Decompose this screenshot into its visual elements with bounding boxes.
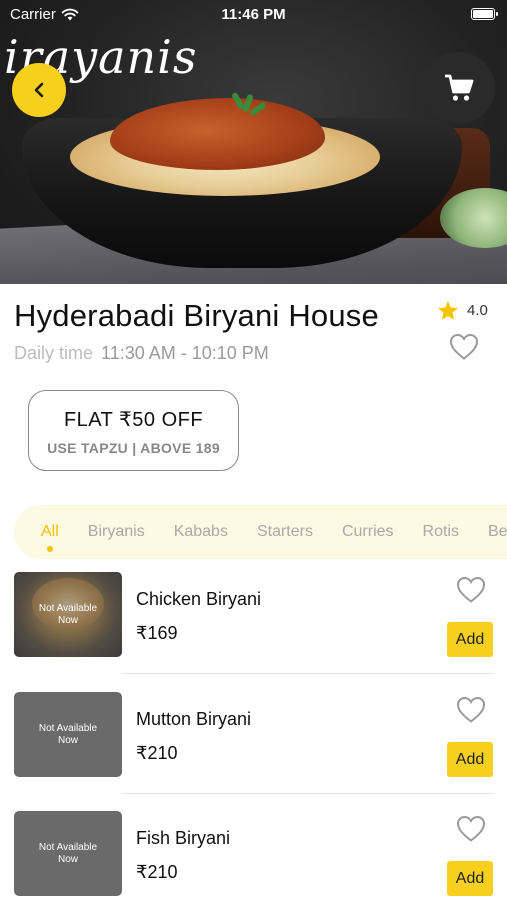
item-name: Fish Biryani: [136, 828, 231, 848]
rating-badge: 4.0: [437, 300, 488, 321]
item-divider: [122, 793, 494, 794]
item-name: Chicken Biryani: [136, 589, 262, 609]
menu-item-fish-biryani[interactable]: Not Available Now Fish Biryani ₹210 Add: [14, 811, 494, 900]
heart-outline-icon[interactable]: [456, 696, 486, 724]
tab-label: Beverages: [487, 523, 507, 540]
hours-label: Daily time: [14, 343, 94, 363]
item-thumbnail: Not Available Now: [14, 811, 122, 896]
item-price: ₹210: [136, 743, 178, 763]
tab-label: Starters: [256, 523, 313, 540]
availability-label: Not Available Now: [38, 841, 98, 865]
opening-hours: Daily time 11:30 AM - 10:10 PM: [14, 343, 269, 364]
status-bar: Carrier 11:46 PM: [0, 0, 507, 30]
menu-item-mutton-biryani[interactable]: Not Available Now Mutton Biryani ₹210 Add: [14, 692, 494, 802]
add-button[interactable]: Add: [447, 742, 493, 777]
tab-row: All Biryanis Kababs Starters Curries Rot…: [41, 505, 507, 559]
status-time: 11:46 PM: [221, 6, 286, 23]
battery-icon: [471, 8, 498, 20]
tab-starters[interactable]: Starters: [257, 523, 313, 541]
tab-label: Rotis: [422, 523, 459, 540]
coupon-subtitle: USE TAPZU | ABOVE 189: [47, 440, 220, 456]
rating-value: 4.0: [467, 302, 488, 319]
menu-item-chicken-biryani[interactable]: Not Available Now Chicken Biryani ₹169 Ad…: [14, 572, 494, 682]
back-button[interactable]: [12, 63, 66, 117]
tab-label: All: [41, 523, 59, 540]
hero-image: irayanis: [0, 0, 507, 284]
cart-button[interactable]: [423, 52, 495, 124]
active-tab-dot: [46, 546, 53, 552]
item-thumbnail: Not Available Now: [14, 572, 122, 657]
category-tab-bar[interactable]: All Biryanis Kababs Starters Curries Rot…: [14, 505, 507, 559]
item-price: ₹210: [136, 862, 178, 882]
hero-chicken: [110, 98, 325, 170]
favorite-restaurant-button[interactable]: [449, 333, 479, 361]
item-thumbnail: Not Available Now: [14, 692, 122, 777]
tab-biryanis[interactable]: Biryanis: [88, 523, 145, 541]
item-name: Mutton Biryani: [136, 709, 252, 729]
coupon-card[interactable]: FLAT ₹50 OFF USE TAPZU | ABOVE 189: [28, 390, 239, 471]
heart-outline-icon[interactable]: [456, 576, 486, 604]
tab-label: Curries: [341, 523, 394, 540]
tab-beverages[interactable]: Beverages: [488, 523, 507, 541]
tab-kababs[interactable]: Kababs: [174, 523, 228, 541]
tab-rotis[interactable]: Rotis: [423, 523, 459, 541]
tab-curries[interactable]: Curries: [342, 523, 394, 541]
tab-label: Biryanis: [87, 523, 145, 540]
cart-icon: [445, 74, 474, 101]
item-price: ₹169: [136, 623, 178, 643]
tab-all[interactable]: All: [41, 523, 59, 552]
coupon-title: FLAT ₹50 OFF: [63, 409, 204, 431]
hours-value: 11:30 AM - 10:10 PM: [101, 343, 269, 363]
item-divider: [122, 673, 494, 674]
availability-label: Not Available Now: [38, 722, 98, 746]
restaurant-name: Hyderabadi Biryani House: [14, 298, 379, 333]
add-button[interactable]: Add: [447, 861, 493, 896]
star-icon: [438, 300, 458, 320]
availability-label: Not Available Now: [38, 602, 98, 626]
tab-label: Kababs: [173, 523, 228, 540]
chevron-left-icon: [34, 82, 44, 98]
heart-outline-icon[interactable]: [456, 815, 486, 843]
add-button[interactable]: Add: [447, 622, 493, 657]
